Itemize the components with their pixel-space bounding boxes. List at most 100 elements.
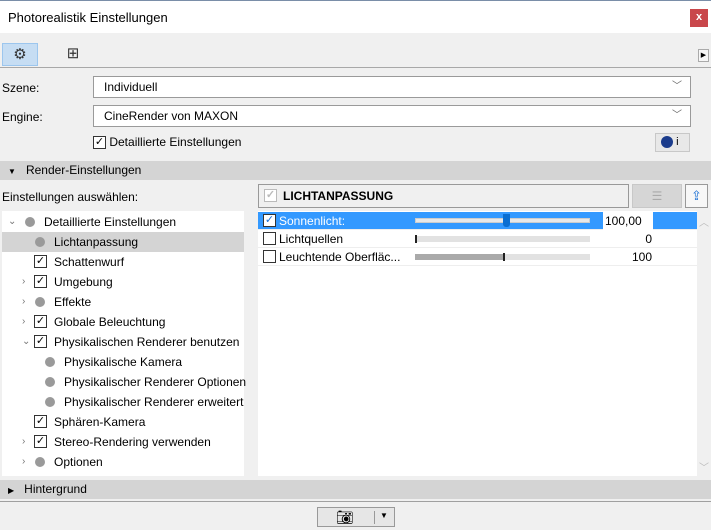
scene-dropdown[interactable]: Individuell ﹀ [93, 76, 691, 98]
tree-item[interactable]: ⌄ Detaillierte Einstellungen [2, 212, 244, 232]
slider-marker[interactable] [415, 235, 417, 243]
engine-label: Engine: [2, 110, 43, 124]
value-input[interactable]: 100,00 [603, 212, 653, 230]
slider-track[interactable] [415, 253, 590, 261]
tree-item[interactable]: › ✓ Globale Beleuchtung [2, 312, 244, 332]
expand-right-button[interactable]: ▶ [698, 49, 709, 62]
detailed-settings-checkbox[interactable]: ✓ Detaillierte Einstellungen [93, 135, 242, 150]
section-title: Hintergrund [24, 482, 87, 496]
tree-item-label: Effekte [54, 295, 92, 309]
checkbox[interactable]: ✓ [34, 335, 47, 348]
size-icon: ⊞ [66, 45, 80, 62]
panel-header[interactable]: ✓ LICHTANPASSUNG [258, 184, 629, 208]
tree-item-label: Schattenwurf [54, 255, 125, 269]
dropdown-arrow-icon[interactable]: ▼ [380, 511, 388, 520]
checkbox[interactable]: ✓ [34, 435, 47, 448]
slider-fill [415, 254, 503, 260]
chevron-down-icon[interactable]: ⌄ [8, 212, 18, 232]
value-text[interactable]: 0 [645, 230, 652, 248]
tree-item-label: Physikalische Kamera [64, 355, 183, 369]
setting-row[interactable]: Leuchtende Oberfläc... 100 [258, 248, 697, 266]
slider-track[interactable] [415, 235, 590, 243]
checkbox[interactable]: ✓ [34, 415, 47, 428]
tree-item-label: Physikalischen Renderer benutzen [54, 335, 240, 349]
slider-handle[interactable] [502, 214, 510, 227]
checkbox[interactable]: ✓ [263, 214, 276, 227]
render-settings-header[interactable]: ▼ Render-Einstellungen [0, 161, 711, 180]
checkbox[interactable] [263, 250, 276, 263]
checkbox[interactable]: ✓ [34, 315, 47, 328]
tree-item[interactable]: ✓ Schattenwurf [2, 252, 244, 272]
setting-label: Leuchtende Oberfläc... [279, 250, 401, 264]
close-button[interactable]: x [690, 9, 708, 27]
status-dot-icon [35, 457, 45, 467]
setting-row[interactable]: Lichtquellen 0 [258, 230, 697, 248]
chevron-down-icon[interactable]: ⌄ [22, 332, 32, 352]
setting-label: Lichtquellen [279, 232, 344, 246]
settings-tree[interactable]: ⌄ Detaillierte Einstellungen Lichtanpassun… [2, 211, 246, 476]
value-text[interactable]: 100 [632, 248, 652, 266]
list-icon: ☰ [651, 189, 663, 203]
value-text: 100,00 [605, 214, 642, 228]
tree-item[interactable]: Physikalischer Renderer Optionen [2, 372, 246, 392]
chevron-down-icon: ﹀ [672, 81, 682, 92]
setting-row[interactable]: ✓ Sonnenlicht: 100,00 [258, 212, 697, 230]
tree-item-label: Optionen [54, 455, 103, 469]
tree-item[interactable]: › Effekte [2, 292, 244, 312]
gear-icon: ⚙ [13, 46, 27, 63]
chevron-right-icon[interactable]: › [22, 432, 32, 452]
chevron-right-icon[interactable]: › [22, 312, 32, 332]
divider [374, 511, 375, 524]
triangle-right-icon: ▶ [8, 486, 15, 495]
divider [0, 67, 711, 68]
scroll-up-icon[interactable]: ︿ [697, 214, 711, 229]
select-settings-label: Einstellungen auswählen: [2, 190, 139, 204]
tab-settings[interactable]: ⚙ [2, 43, 38, 66]
render-button[interactable]: 📷︎ ▼ [317, 507, 395, 527]
tree-item[interactable]: ✓ Sphären-Kamera [2, 412, 244, 432]
chevron-right-icon[interactable]: › [22, 292, 32, 312]
status-dot-icon [35, 297, 45, 307]
list-view-button[interactable]: ☰ [632, 184, 682, 208]
triangle-down-icon: ▼ [8, 167, 16, 176]
section-title: Render-Einstellungen [25, 163, 142, 177]
settings-list: ✓ Sonnenlicht: 100,00 Lichtquellen 0 Leuchten… [258, 211, 697, 476]
checkbox-icon: ✓ [93, 136, 106, 150]
background-header[interactable]: ▶ Hintergrund [0, 480, 711, 499]
tree-item-label: Umgebung [54, 275, 113, 289]
scrollbar[interactable]: ︿ ﹀ [697, 211, 711, 476]
checkbox-icon[interactable]: ✓ [264, 189, 277, 202]
cinerender-info-button[interactable]: i [655, 133, 690, 152]
tree-item[interactable]: › ✓ Umgebung [2, 272, 244, 292]
tree-item-label: Stereo-Rendering verwenden [54, 435, 211, 449]
tree-item-label: Lichtanpassung [54, 235, 139, 249]
tab-size[interactable]: ⊞ [55, 43, 91, 66]
tree-item[interactable]: ⌄ ✓ Physikalischen Renderer benutzen [2, 332, 244, 352]
export-button[interactable]: ⇪ [685, 184, 708, 208]
status-dot-icon [25, 217, 35, 227]
scene-label: Szene: [2, 81, 40, 95]
window-title: Photorealistik Einstellungen [8, 10, 168, 25]
panel-title: LICHTANPASSUNG [283, 189, 394, 203]
status-dot-icon [35, 237, 45, 247]
checkbox[interactable]: ✓ [34, 255, 47, 268]
divider [0, 501, 711, 502]
tree-item[interactable]: › ✓ Stereo-Rendering verwenden [2, 432, 244, 452]
tree-item-label: Physikalischer Renderer erweitert [64, 395, 244, 409]
scroll-down-icon[interactable]: ﹀ [697, 459, 711, 474]
title-bar: Photorealistik Einstellungen x [0, 0, 711, 33]
tree-item[interactable]: › Optionen [2, 452, 244, 472]
checkbox[interactable] [263, 232, 276, 245]
tree-item[interactable]: Physikalischer Renderer erweitert [2, 392, 244, 412]
engine-dropdown[interactable]: CineRender von MAXON ﹀ [93, 105, 691, 127]
tree-item[interactable]: Lichtanpassung [2, 232, 244, 252]
chevron-right-icon[interactable]: › [22, 272, 32, 292]
tree-item[interactable]: Physikalische Kamera [2, 352, 244, 372]
checkbox[interactable]: ✓ [34, 275, 47, 288]
detailed-settings-label: Detaillierte Einstellungen [109, 135, 242, 149]
slider-track[interactable] [415, 214, 590, 227]
chevron-right-icon[interactable]: › [22, 452, 32, 472]
export-icon: ⇪ [691, 188, 702, 203]
slider-marker[interactable] [502, 253, 505, 261]
cinema4d-icon [661, 136, 673, 149]
